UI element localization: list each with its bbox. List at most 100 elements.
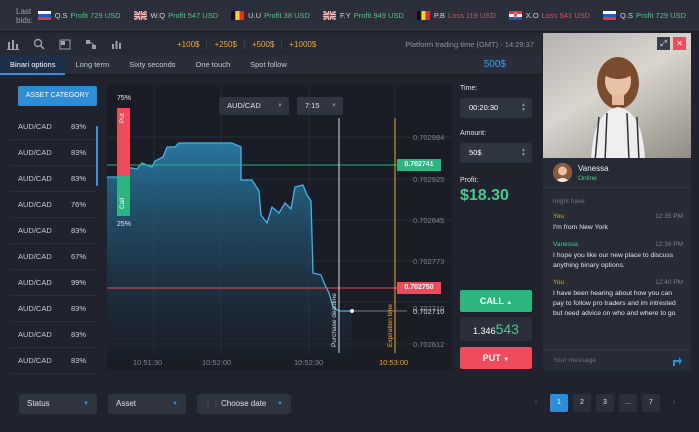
layout-icon[interactable]: [52, 33, 78, 55]
page-button[interactable]: 2: [573, 394, 591, 412]
timeframe-select[interactable]: 7:15 ▼: [297, 97, 343, 115]
status-select-value: Status: [27, 399, 50, 408]
previous-page-icon[interactable]: ‹: [527, 394, 545, 412]
put-percentage: 75%: [117, 95, 132, 102]
bid-trader: U.U: [248, 11, 262, 20]
page-button[interactable]: ...: [619, 394, 637, 412]
price-small: 1.346: [473, 326, 496, 336]
flag-ru-icon: [603, 11, 617, 20]
agent-photo-figure: [591, 57, 645, 158]
message-author: You: [553, 213, 564, 220]
expiration-time-label: Expiration time: [387, 304, 394, 347]
amount-input[interactable]: 50$ ▲ ▼: [460, 143, 532, 163]
call-button[interactable]: CALL ▲: [460, 290, 532, 312]
asset-row[interactable]: AUD/CAD 83%: [10, 348, 96, 374]
bid-item: Q.S Profit 729 USD: [603, 11, 686, 20]
tab-sixty-seconds[interactable]: Sixty seconds: [119, 55, 185, 75]
chat-message-input[interactable]: Your message: [543, 349, 691, 371]
agent-name: Vanessa: [578, 163, 609, 173]
asset-payout: 83%: [70, 174, 86, 183]
asset-payout: 99%: [70, 278, 86, 287]
asset-name: AUD/CAD: [18, 122, 52, 131]
tab-spot-follow[interactable]: Spot follow: [240, 55, 297, 75]
page-button[interactable]: 3: [596, 394, 614, 412]
put-button-label: PUT: [482, 353, 501, 363]
agent-video-photo: ⤢ ✕: [543, 33, 691, 158]
tab-long-term[interactable]: Long term: [65, 55, 119, 75]
x-tick-label: 10:52:00: [202, 358, 231, 367]
typing-indicator: might have: [553, 198, 585, 205]
send-icon[interactable]: [671, 355, 683, 367]
asset-row[interactable]: AUD/CAD 83%: [10, 140, 96, 166]
purchase-deadline-label: Purchase deadline: [331, 293, 338, 347]
pair-select[interactable]: AUD/CAD ▼: [219, 97, 289, 115]
asset-row[interactable]: AUD/CAD 83%: [10, 114, 96, 140]
candles-icon[interactable]: [0, 33, 26, 55]
current-price-label: 0.702710: [413, 307, 444, 316]
expand-icon[interactable]: ⤢: [657, 37, 670, 50]
quick-amount-button[interactable]: +500$: [243, 39, 281, 49]
page-button[interactable]: 1: [550, 394, 568, 412]
tab-one-touch[interactable]: One touch: [186, 55, 241, 75]
bid-item: U.U Profit 38 USD: [231, 11, 310, 20]
zoom-icon[interactable]: [26, 33, 52, 55]
tab-binari-options[interactable]: Binari options: [0, 54, 66, 75]
asset-row[interactable]: AUD/CAD 83%: [10, 322, 96, 348]
message-header: You 12:35 PM: [553, 213, 683, 220]
put-button[interactable]: PUT ▼: [460, 347, 532, 369]
trade-panel: Time: 00:20:30 ▲ ▼ Amount: 50$ ▲ ▼ Profit:…: [460, 78, 536, 369]
asset-row[interactable]: AUD/CAD 83%: [10, 296, 96, 322]
date-picker[interactable]: ⋮⋮ Choose date ▼: [197, 394, 291, 414]
support-chat: ⤢ ✕ Vanessa Online might have You 12:35 P…: [543, 33, 691, 371]
time-input[interactable]: 00:20:30 ▲ ▼: [460, 98, 532, 118]
option-tabs: Binari options Long term Sixty seconds One …: [0, 54, 542, 75]
close-icon[interactable]: ✕: [673, 37, 686, 50]
bid-trader: P.B: [433, 11, 445, 20]
bar-chart-icon[interactable]: [104, 33, 130, 55]
pagination: ‹ 1 2 3... 7 ›: [522, 394, 683, 412]
platform-trading-time: Platform trading time (GMT) - 14:29:37: [405, 39, 534, 49]
asset-row[interactable]: AUD/CAD 67%: [10, 244, 96, 270]
price-big: 543: [495, 321, 519, 337]
stepper-icon[interactable]: ▲ ▼: [521, 148, 526, 158]
quick-amount-button[interactable]: +100$: [170, 40, 206, 49]
bid-item: W.Q Profit 547 USD: [132, 10, 218, 21]
asset-name: AUD/CAD: [18, 174, 52, 183]
put-price-tag: 0.702750: [397, 282, 441, 294]
ticker-label: Last bids:: [16, 6, 33, 25]
sidebar-scrollbar[interactable]: [96, 126, 98, 186]
bid-result: Profit 949 USD: [353, 11, 404, 20]
message-author: Vanessa: [553, 241, 578, 248]
indicators-icon[interactable]: [78, 33, 104, 55]
asset-select[interactable]: Asset ▼: [108, 394, 186, 414]
asset-row[interactable]: AUD/CAD 76%: [10, 192, 96, 218]
stepper-icon[interactable]: ▲ ▼: [521, 103, 526, 113]
page-button[interactable]: 7: [642, 394, 660, 412]
asset-row[interactable]: AUD/CAD 99%: [10, 270, 96, 296]
y-tick-label: 0.702773: [413, 257, 444, 266]
message-author: You: [553, 279, 564, 286]
chat-placeholder: Your message: [553, 357, 597, 364]
price-chart: 0.702984 0.702925 0.702845 0.702773 0.702710…: [107, 85, 452, 370]
message-header: Vanessa 12:36 PM: [553, 241, 683, 248]
asset-name: AUD/CAD: [18, 330, 52, 339]
asset-name: AUD/CAD: [18, 278, 52, 287]
chat-controls: ⤢ ✕: [654, 37, 686, 50]
asset-row[interactable]: AUD/CAD 83%: [10, 166, 96, 192]
asset-category-button[interactable]: ASSET CATEGORY: [18, 86, 97, 106]
quick-amount-button[interactable]: +1000$: [281, 39, 323, 49]
message-time: 12:36 PM: [655, 241, 683, 248]
current-price-dot: [350, 309, 354, 313]
status-select[interactable]: Status ▼: [19, 394, 97, 414]
arrow-up-icon: ▲: [506, 300, 513, 306]
agent-info: Vanessa Online: [543, 158, 691, 188]
asset-row[interactable]: AUD/CAD 83%: [10, 218, 96, 244]
balance: 500$: [483, 59, 506, 70]
chat-message: You 12:35 PM I'm from New York: [543, 213, 691, 233]
y-tick-label: 0.702984: [413, 133, 444, 142]
quick-amounts: +100$ +250$ +500$ +1000$: [170, 39, 323, 49]
bid-result: Profit 38 USD: [264, 11, 310, 20]
quick-amount-button[interactable]: +250$: [206, 39, 243, 49]
bid-item: Q.S Profit 729 USD: [37, 11, 121, 20]
next-page-icon[interactable]: ›: [665, 394, 683, 412]
